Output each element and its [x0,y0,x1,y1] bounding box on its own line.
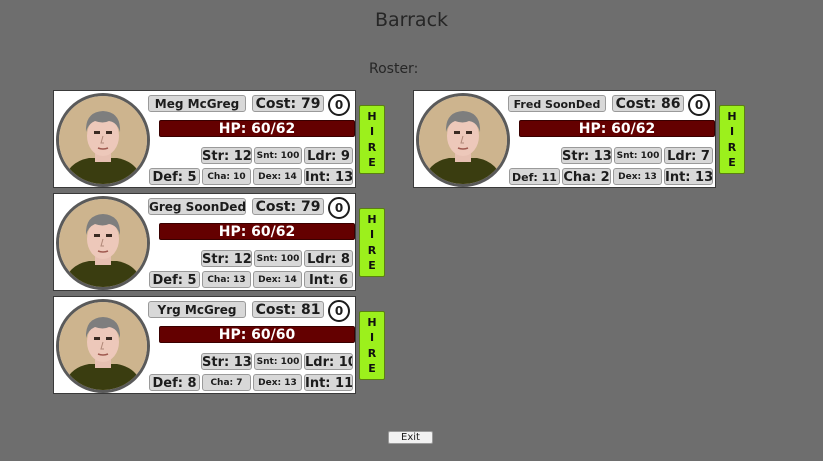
recruit-card: Greg SoonDed Cost: 79 0 HP: 60/62 Str: 1… [53,193,356,291]
hire-button[interactable]: H I R E [359,311,385,380]
hire-count-badge: 0 [328,197,350,219]
recruit-portrait [416,93,510,187]
stat-dex: Dex: 14 [253,168,302,185]
stat-dex: Dex: 13 [613,168,662,185]
hp-bar: HP: 60/60 [159,326,355,343]
stat-def: Def: 5 [149,168,200,185]
recruit-cost: Cost: 81 [252,301,324,318]
stat-def: Def: 11 [509,168,560,185]
hire-count-badge: 0 [328,300,350,322]
page-title: Barrack [374,9,449,31]
stat-cha: Cha: 13 [202,271,251,288]
stat-str: Str: 13 [201,353,252,370]
recruit-portrait [56,299,150,393]
stat-int: Int: 11 [304,374,353,391]
recruit-card: Yrg McGreg Cost: 81 0 HP: 60/60 Str: 13 … [53,296,356,394]
hire-letter: I [369,125,375,139]
recruit-cost: Cost: 79 [252,95,324,112]
stat-str: Str: 13 [561,147,612,164]
hire-letter: R [367,346,377,360]
hire-letter: R [727,140,737,154]
stat-dex: Dex: 14 [253,271,302,288]
stat-int: Int: 6 [304,271,353,288]
hire-button[interactable]: H I R E [719,105,745,174]
hire-letter: H [727,109,737,123]
recruit-card: Meg McGreg Cost: 79 0 HP: 60/62 Str: 12 … [53,90,356,188]
hire-letter: R [367,243,377,257]
hire-letter: H [367,109,377,123]
stat-def: Def: 5 [149,271,200,288]
recruit-name: Yrg McGreg [148,301,246,318]
stat-ldr: Ldr: 10 [304,353,353,370]
hire-count-badge: 0 [328,94,350,116]
recruit-portrait [56,93,150,187]
recruit-name: Greg SoonDed [148,198,246,215]
recruit-cost: Cost: 86 [612,95,684,112]
stat-int: Int: 13 [304,168,353,185]
stat-def: Def: 8 [149,374,200,391]
hire-letter: H [367,315,377,329]
recruit-card: Fred SoonDed Cost: 86 0 HP: 60/62 Str: 1… [413,90,716,188]
stat-str: Str: 12 [201,250,252,267]
hire-button[interactable]: H I R E [359,208,385,277]
exit-button[interactable]: Exit [388,431,433,444]
hire-letter: I [729,125,735,139]
stat-str: Str: 12 [201,147,252,164]
stat-cha: Cha: 7 [202,374,251,391]
hire-letter: R [367,140,377,154]
hire-count-badge: 0 [688,94,710,116]
stat-snt: Snt: 100 [254,250,302,267]
stat-ldr: Ldr: 7 [664,147,713,164]
stat-snt: Snt: 100 [614,147,662,164]
recruit-cost: Cost: 79 [252,198,324,215]
hp-bar: HP: 60/62 [159,120,355,137]
recruit-portrait [56,196,150,290]
hp-bar: HP: 60/62 [519,120,715,137]
hire-button[interactable]: H I R E [359,105,385,174]
hire-letter: E [728,156,736,170]
hire-letter: E [368,156,376,170]
stat-int: Int: 13 [664,168,713,185]
hp-bar: HP: 60/62 [159,223,355,240]
stat-ldr: Ldr: 9 [304,147,353,164]
hire-letter: E [368,362,376,376]
stat-snt: Snt: 100 [254,147,302,164]
roster-label: Roster: [369,61,419,77]
stat-snt: Snt: 100 [254,353,302,370]
hire-letter: I [369,228,375,242]
stat-ldr: Ldr: 8 [304,250,353,267]
hire-letter: I [369,331,375,345]
stat-dex: Dex: 13 [253,374,302,391]
recruit-name: Fred SoonDed [508,95,606,112]
stat-cha: Cha: 10 [202,168,251,185]
hire-letter: E [368,259,376,273]
stat-cha: Cha: 2 [562,168,611,185]
recruit-name: Meg McGreg [148,95,246,112]
hire-letter: H [367,212,377,226]
